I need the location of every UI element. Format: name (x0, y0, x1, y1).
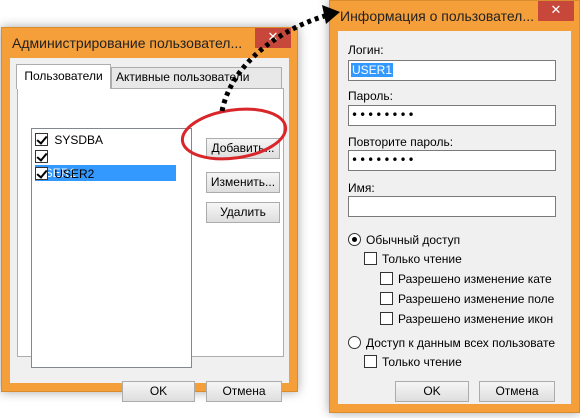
login-value: USER1 (351, 63, 394, 77)
user-info-dialog: Информация о пользовател... ✕ Логин: USE… (329, 0, 580, 413)
user-checkbox[interactable] (35, 133, 48, 147)
user-info-titlebar[interactable]: Информация о пользовател... ✕ (330, 1, 579, 31)
read-only-label: Только чтение (382, 251, 462, 266)
password-label: Пароль: (348, 89, 393, 103)
allow-icons-checkbox[interactable]: Разрешено изменение икон (380, 311, 554, 326)
read-only-box (364, 252, 377, 266)
user-cancel-button[interactable]: Отмена (479, 381, 555, 402)
access-all-radio-mark (348, 336, 361, 350)
list-item[interactable]: SYSDBA (33, 131, 188, 147)
confirm-password-label: Повторите пароль: (348, 135, 454, 149)
login-field[interactable]: USER1 (348, 60, 556, 81)
allow-categories-box (380, 272, 393, 286)
login-label: Логин: (348, 43, 384, 57)
allow-icons-box (380, 312, 393, 326)
read-only-all-box (364, 355, 377, 369)
tab-active-users-label: Активные пользователи (116, 70, 250, 84)
admin-ok-button[interactable]: OK (122, 381, 195, 402)
allow-icons-label: Разрешено изменение икон (398, 311, 554, 326)
allow-categories-label: Разрешено изменение кате (398, 271, 552, 286)
admin-dialog: Администрирование пользовател... ✕ Польз… (1, 27, 298, 402)
allow-fields-label: Разрешено изменение поле (398, 291, 555, 306)
allow-categories-checkbox[interactable]: Разрешено изменение кате (380, 271, 552, 286)
add-user-button[interactable]: Добавить... (206, 138, 280, 159)
admin-cancel-button[interactable]: Отмена (206, 381, 282, 402)
tab-users[interactable]: Пользователи (16, 64, 111, 89)
password-field[interactable]: •••••••• (348, 105, 556, 126)
admin-close-button[interactable]: ✕ (255, 28, 291, 48)
user-ok-button[interactable]: OK (395, 381, 469, 402)
admin-client: Пользователи Активные пользователи SYSDB… (10, 58, 289, 402)
allow-fields-checkbox[interactable]: Разрешено изменение поле (380, 291, 555, 306)
user-name: USER2 (54, 166, 95, 181)
access-normal-label: Обычный доступ (366, 232, 461, 247)
list-item[interactable]: USER2 (33, 165, 188, 181)
user-checkbox[interactable] (35, 167, 48, 181)
users-listbox[interactable]: SYSDBA USER1 USER2 (31, 128, 192, 368)
access-all-label: Доступ к данным всех пользовате (366, 335, 555, 350)
tab-active-users[interactable]: Активные пользователи (111, 67, 282, 88)
confirm-password-field[interactable]: •••••••• (348, 150, 556, 171)
user-info-title: Информация о пользовател... (340, 8, 535, 24)
user-info-close-button[interactable]: ✕ (538, 1, 574, 21)
delete-user-button[interactable]: Удалить (206, 202, 280, 223)
access-normal-radio[interactable]: Обычный доступ (348, 232, 461, 247)
name-field[interactable] (348, 196, 556, 217)
access-normal-radio-mark (348, 233, 361, 247)
read-only-checkbox[interactable]: Только чтение (364, 251, 462, 266)
admin-title: Администрирование пользовател... (12, 35, 243, 51)
name-label: Имя: (348, 181, 375, 195)
read-only-all-checkbox[interactable]: Только чтение (364, 354, 462, 369)
access-all-radio[interactable]: Доступ к данным всех пользовате (348, 335, 555, 350)
list-item[interactable]: USER1 (33, 148, 188, 181)
user-info-client: Логин: USER1 Пароль: •••••••• Повторите … (338, 31, 571, 404)
admin-titlebar[interactable]: Администрирование пользовател... ✕ (2, 28, 297, 58)
read-only-all-label: Только чтение (382, 354, 462, 369)
tab-users-label: Пользователи (24, 69, 103, 83)
user-checkbox[interactable] (35, 150, 48, 164)
user-name: SYSDBA (54, 132, 104, 147)
edit-user-button[interactable]: Изменить... (206, 172, 280, 193)
allow-fields-box (380, 292, 393, 306)
